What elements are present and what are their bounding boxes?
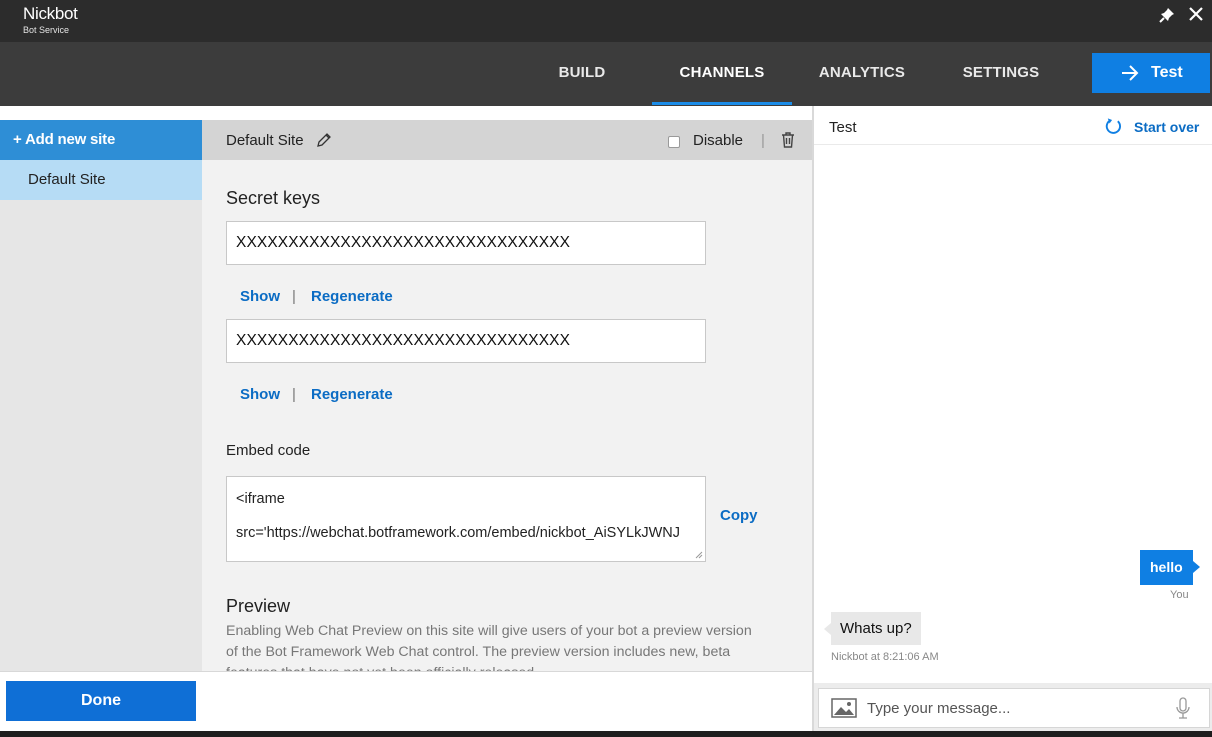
tab-channels[interactable]: CHANNELS <box>652 42 792 106</box>
bubble-tail <box>1192 561 1200 573</box>
sidebar-spacer <box>0 106 202 120</box>
trash-icon[interactable] <box>780 131 796 149</box>
sidebar-item-default-site[interactable]: Default Site <box>0 160 202 200</box>
regenerate-key-link[interactable]: Regenerate <box>311 288 393 305</box>
copy-embed-link[interactable]: Copy <box>720 507 758 524</box>
app-subtitle: Bot Service <box>23 25 70 35</box>
header-divider <box>814 144 1212 145</box>
bot-message-bubble: Whats up? <box>824 612 921 645</box>
test-chat-panel: Test Start over hello You Whats up? Nick… <box>814 106 1212 731</box>
bubble-tail <box>824 623 831 635</box>
resize-grip-icon[interactable] <box>695 551 703 559</box>
refresh-icon[interactable] <box>1104 117 1123 136</box>
show-key-link[interactable]: Show <box>240 288 280 305</box>
message-text: hello <box>1150 559 1183 575</box>
add-new-site-button[interactable]: + Add new site <box>0 120 202 160</box>
title-bar: Nickbot Bot Service <box>0 0 1212 42</box>
window-bottom-edge <box>0 731 1212 737</box>
link-divider: | <box>292 288 296 305</box>
microphone-icon[interactable] <box>1175 697 1191 721</box>
panel-spacer <box>202 106 812 120</box>
arrow-right-icon <box>1122 65 1139 81</box>
message-timestamp: Nickbot at 8:21:06 AM <box>831 651 939 663</box>
user-message-bubble: hello <box>1140 550 1200 585</box>
link-divider: | <box>292 386 296 403</box>
done-button[interactable]: Done <box>6 681 196 721</box>
secret-key-field[interactable]: XXXXXXXXXXXXXXXXXXXXXXXXXXXXXXXX <box>226 319 706 363</box>
secret-keys-title: Secret keys <box>226 188 321 208</box>
embed-code-line: <iframe <box>236 491 285 507</box>
close-icon[interactable] <box>1187 5 1205 23</box>
embed-code-textarea[interactable]: <iframe src='https://webchat.botframewor… <box>226 476 706 562</box>
test-button[interactable]: Test <box>1092 53 1210 93</box>
active-tab-indicator <box>652 102 792 105</box>
footer-bar: Done <box>0 671 812 731</box>
nav-bar: BUILD CHANNELS ANALYTICS SETTINGS Test <box>0 42 1212 106</box>
tab-build[interactable]: BUILD <box>540 42 624 106</box>
preview-description: Enabling Web Chat Preview on this site w… <box>226 623 752 671</box>
chat-input-container <box>818 688 1210 728</box>
site-header: Default Site Disable | <box>202 120 812 160</box>
disable-label: Disable <box>693 132 744 149</box>
app-title: Nickbot <box>23 4 78 23</box>
message-input[interactable] <box>867 689 1167 727</box>
image-upload-icon[interactable] <box>831 698 857 718</box>
regenerate-key-link[interactable]: Regenerate <box>311 386 393 403</box>
site-settings-panel: Default Site Disable | Secret keys XXXXX… <box>202 106 812 671</box>
site-title: Default Site <box>226 132 304 149</box>
tab-analytics[interactable]: ANALYTICS <box>806 42 918 106</box>
test-panel-title: Test <box>829 119 857 136</box>
preview-title: Preview <box>226 596 291 616</box>
pencil-icon[interactable] <box>315 131 333 149</box>
disable-checkbox[interactable] <box>668 136 680 148</box>
test-button-label: Test <box>1151 64 1183 81</box>
secret-key-field[interactable]: XXXXXXXXXXXXXXXXXXXXXXXXXXXXXXXX <box>226 221 706 265</box>
message-sender: You <box>1170 589 1189 601</box>
pin-icon[interactable] <box>1158 6 1176 24</box>
chat-input-bar <box>814 683 1212 731</box>
message-text: Whats up? <box>840 620 912 637</box>
embed-code-title: Embed code <box>226 442 311 459</box>
header-divider: | <box>761 132 765 149</box>
start-over-button[interactable]: Start over <box>1134 119 1199 135</box>
show-key-link[interactable]: Show <box>240 386 280 403</box>
tab-channels-label: CHANNELS <box>679 64 765 81</box>
tab-settings[interactable]: SETTINGS <box>950 42 1052 106</box>
sites-sidebar: + Add new site Default Site <box>0 106 202 671</box>
embed-code-line: src='https://webchat.botframework.com/em… <box>236 525 680 541</box>
